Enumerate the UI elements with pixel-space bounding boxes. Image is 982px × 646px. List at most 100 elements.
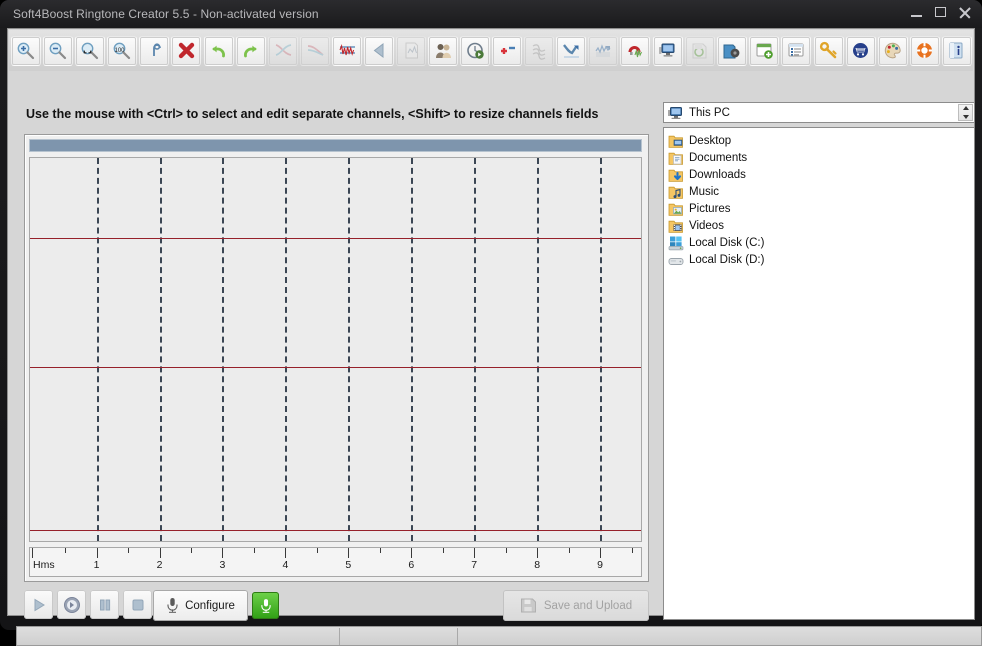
folder-music-icon [668, 186, 683, 199]
tree-item[interactable]: Music [668, 183, 974, 200]
notes-button[interactable] [396, 35, 427, 66]
waveform-panel[interactable]: Hms 1 2 3 4 5 6 7 8 9 [24, 134, 649, 582]
trim-button[interactable] [139, 35, 170, 66]
tree-item-label: Local Disk (C:) [689, 236, 765, 249]
status-bar [16, 626, 982, 646]
echo-button[interactable] [524, 35, 555, 66]
fade-out-button[interactable] [300, 35, 331, 66]
tree-item-label: Music [689, 185, 720, 198]
zoom-out-button[interactable] [42, 35, 73, 66]
play-button[interactable] [24, 590, 53, 619]
this-pc-button[interactable] [652, 35, 683, 66]
record-button[interactable] [252, 592, 279, 619]
preview-button[interactable] [460, 35, 491, 66]
redo-button[interactable] [235, 35, 266, 66]
add-window-button[interactable] [749, 35, 780, 66]
hint-text: Use the mouse with <Ctrl> to select and … [26, 107, 599, 121]
floppy-disk-icon [520, 598, 536, 613]
support-button[interactable] [909, 35, 940, 66]
tree-item[interactable]: Videos [668, 217, 974, 234]
play-selection-button[interactable] [57, 590, 86, 619]
two-people-icon [435, 44, 451, 58]
microphone-icon [167, 598, 178, 613]
waveform-canvas[interactable] [29, 157, 642, 542]
equalizer-button[interactable] [588, 35, 619, 66]
path-combobox[interactable]: This PC [663, 102, 975, 123]
title-bar: Soft4Boost Ringtone Creator 5.5 - Non-ac… [0, 0, 982, 28]
magnet-button[interactable] [620, 35, 651, 66]
tree-item[interactable]: Documents [668, 149, 974, 166]
toolbar-group-history [203, 35, 267, 66]
save-and-upload-label: Save and Upload [543, 599, 633, 612]
spinner-down-icon[interactable] [962, 114, 969, 119]
tree-item[interactable]: Local Disk (D:) [668, 251, 974, 268]
ruler-tick-major [222, 548, 224, 558]
maximize-button[interactable] [933, 5, 948, 20]
tree-item-label: Videos [689, 219, 724, 232]
import-device-button[interactable] [716, 35, 747, 66]
undo-button[interactable] [203, 35, 234, 66]
buy-button[interactable] [845, 35, 876, 66]
main-toolbar: 100 [9, 30, 973, 71]
magnifier-100-icon: 100 [113, 42, 131, 60]
reverse-button[interactable] [364, 35, 395, 66]
activation-key-button[interactable] [813, 35, 844, 66]
amplify-button[interactable] [492, 35, 523, 66]
time-ruler[interactable]: Hms 1 2 3 4 5 6 7 8 9 [29, 547, 642, 577]
fade-in-button[interactable] [268, 35, 299, 66]
zoom-selection-button[interactable] [74, 35, 105, 66]
application-window: Soft4Boost Ringtone Creator 5.5 - Non-ac… [0, 0, 982, 646]
minimize-button[interactable] [909, 5, 924, 20]
about-button[interactable] [941, 35, 972, 66]
tree-item[interactable]: Pictures [668, 200, 974, 217]
tree-item-label: Desktop [689, 134, 732, 147]
red-cross-icon [178, 42, 194, 59]
compress-button[interactable] [556, 35, 587, 66]
ruler-tick-major [285, 548, 287, 558]
ruler-tick-minor [65, 548, 67, 553]
normalize-button[interactable] [332, 35, 363, 66]
magnifier-plus-icon [17, 42, 35, 60]
drive-icon [668, 257, 684, 265]
folder-tree[interactable]: Desktop Documents Downloads Music Pictures Vi… [663, 127, 975, 620]
waveform-gridline [348, 158, 351, 541]
microphone-icon [260, 598, 271, 613]
voice-button[interactable] [428, 35, 459, 66]
tree-item[interactable]: Desktop [668, 132, 974, 149]
zoom-in-button[interactable] [10, 35, 41, 66]
delete-button[interactable] [171, 35, 202, 66]
tree-item-label: Downloads [689, 168, 746, 181]
tree-item-label: Documents [689, 151, 748, 164]
channel-zero-line [30, 366, 641, 368]
info-book-icon [949, 42, 963, 59]
toolbar-group-effects [267, 35, 651, 66]
list-view-button[interactable] [781, 35, 812, 66]
fade-out-curve-icon [307, 45, 324, 56]
ruler-tick-minor [316, 548, 318, 553]
ruler-label: 6 [408, 559, 415, 571]
save-and-upload-button[interactable]: Save and Upload [503, 590, 649, 621]
stop-button[interactable] [123, 590, 152, 619]
ruler-label: 7 [471, 559, 478, 571]
play-circle-icon [63, 596, 80, 613]
configure-button[interactable]: Configure [153, 590, 248, 621]
channel-zero-line [30, 529, 641, 531]
waveform-scroll-header[interactable] [29, 139, 642, 152]
pause-button[interactable] [90, 590, 119, 619]
tree-item[interactable]: Local Disk (C:) [668, 234, 974, 251]
close-button[interactable] [957, 5, 972, 20]
path-spinner[interactable] [958, 104, 973, 121]
ruler-tick-minor [379, 548, 381, 553]
spinner-up-icon[interactable] [962, 106, 969, 111]
file-browser: This PC Desktop Documents Downloads Music Pi… [663, 102, 975, 620]
ruler-label: 5 [345, 559, 352, 571]
zoom-100-button[interactable]: 100 [106, 35, 137, 66]
skins-button[interactable] [877, 35, 908, 66]
list-view-icon [788, 43, 804, 57]
ruler-tick-major [96, 548, 98, 558]
ruler-tick-minor [128, 548, 130, 553]
tree-item[interactable]: Downloads [668, 166, 974, 183]
palette-icon [885, 42, 902, 59]
ruler-label: 1 [93, 559, 100, 571]
cd-drive-button[interactable] [684, 35, 715, 66]
